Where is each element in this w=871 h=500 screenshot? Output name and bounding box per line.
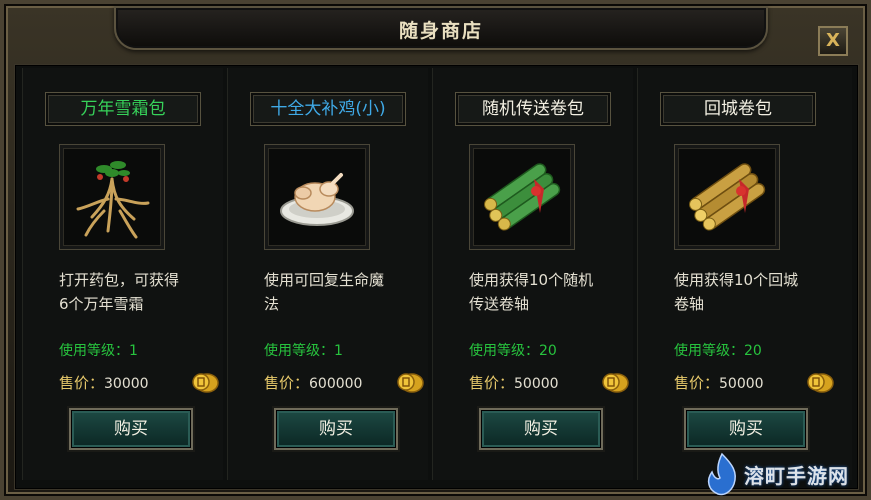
green-scroll-bundle-icon xyxy=(484,163,561,231)
item-name: 回城卷包 xyxy=(660,92,816,126)
shop-item-card: 随机传送卷包 使用获得10个随机 传送卷轴 使用等级：20 售价：50000 购… xyxy=(432,68,633,480)
site-watermark: 溶町手游网 xyxy=(700,452,870,500)
gold-coin-icon xyxy=(807,373,834,393)
item-name: 随机传送卷包 xyxy=(455,92,611,126)
desc-line: 使用可回复生命魔 xyxy=(264,271,385,289)
item-name-text: 回城卷包 xyxy=(704,99,772,119)
shop-item-card: 万年雪霜包 打开药包，可获得 6个万年雪霜 使用等级：1 售价：30000 购买 xyxy=(22,68,223,480)
gold-coin-icon xyxy=(397,373,424,393)
item-icon-frame[interactable] xyxy=(674,144,780,250)
desc-line: 法 xyxy=(264,295,280,313)
price-label: 售价： xyxy=(674,374,720,392)
level-value: 1 xyxy=(334,343,343,359)
price-label: 售价： xyxy=(469,374,515,392)
price-label: 售价： xyxy=(59,374,105,392)
gold-coin-icon xyxy=(192,373,219,393)
price-value: 600000 xyxy=(309,376,363,392)
price-value: 50000 xyxy=(514,376,559,392)
buy-button[interactable]: 购买 xyxy=(274,408,398,450)
close-button[interactable]: X xyxy=(818,26,848,56)
item-level: 使用等级：1 xyxy=(59,340,138,360)
ginseng-root-icon xyxy=(76,161,150,239)
gold-coin-icon xyxy=(602,373,629,393)
buy-button-label: 购买 xyxy=(319,419,353,439)
item-name-text: 随机传送卷包 xyxy=(482,99,584,119)
buy-button[interactable]: 购买 xyxy=(684,408,808,450)
buy-button-label: 购买 xyxy=(524,419,558,439)
buy-button[interactable]: 购买 xyxy=(479,408,603,450)
item-level: 使用等级：20 xyxy=(469,340,557,360)
desc-line: 6个万年雪霜 xyxy=(59,295,144,313)
level-label: 使用等级： xyxy=(674,343,744,359)
item-description: 使用可回复生命魔 法 xyxy=(264,268,434,316)
title-bar: 随身商店 xyxy=(114,6,768,50)
item-level: 使用等级：20 xyxy=(674,340,762,360)
level-value: 20 xyxy=(539,343,557,359)
item-name: 万年雪霜包 xyxy=(45,92,201,126)
desc-line: 使用获得10个回城 xyxy=(674,271,799,289)
price-value: 30000 xyxy=(104,376,149,392)
level-value: 20 xyxy=(744,343,762,359)
level-value: 1 xyxy=(129,343,138,359)
shop-item-card: 回城卷包 使用获得10个回城 卷轴 使用等级：20 售价：50000 购买 xyxy=(637,68,852,480)
gold-scroll-bundle-icon xyxy=(689,163,766,231)
level-label: 使用等级： xyxy=(59,343,129,359)
level-label: 使用等级： xyxy=(264,343,334,359)
desc-line: 使用获得10个随机 xyxy=(469,271,594,289)
level-label: 使用等级： xyxy=(469,343,539,359)
item-name-text: 十全大补鸡(小) xyxy=(270,99,386,119)
price-value: 50000 xyxy=(719,376,764,392)
item-description: 打开药包，可获得 6个万年雪霜 xyxy=(59,268,229,316)
window-title: 随身商店 xyxy=(398,20,483,42)
buy-button-label: 购买 xyxy=(729,419,763,439)
buy-button-label: 购买 xyxy=(114,419,148,439)
item-price: 售价：600000 xyxy=(264,372,362,393)
flame-logo-icon xyxy=(707,452,736,496)
item-icon-frame[interactable] xyxy=(59,144,165,250)
desc-line: 传送卷轴 xyxy=(469,295,530,313)
item-level: 使用等级：1 xyxy=(264,340,343,360)
watermark-text: 溶町手游网 xyxy=(744,464,849,488)
price-label: 售价： xyxy=(264,374,310,392)
buy-button[interactable]: 购买 xyxy=(69,408,193,450)
desc-line: 打开药包，可获得 xyxy=(59,271,180,289)
close-icon: X xyxy=(826,30,840,51)
desc-line: 卷轴 xyxy=(674,295,705,313)
item-price: 售价：30000 xyxy=(59,372,149,393)
roast-chicken-icon xyxy=(280,173,354,226)
item-price: 售价：50000 xyxy=(469,372,559,393)
shop-item-card: 十全大补鸡(小) 使用可回复生命魔 法 使用等级：1 售价：600000 购买 xyxy=(227,68,428,480)
item-description: 使用获得10个随机 传送卷轴 xyxy=(469,268,639,316)
item-icon-frame[interactable] xyxy=(469,144,575,250)
item-icon-frame[interactable] xyxy=(264,144,370,250)
item-price: 售价：50000 xyxy=(674,372,764,393)
item-description: 使用获得10个回城 卷轴 xyxy=(674,268,844,316)
item-name: 十全大补鸡(小) xyxy=(250,92,406,126)
item-name-text: 万年雪霜包 xyxy=(80,99,166,119)
